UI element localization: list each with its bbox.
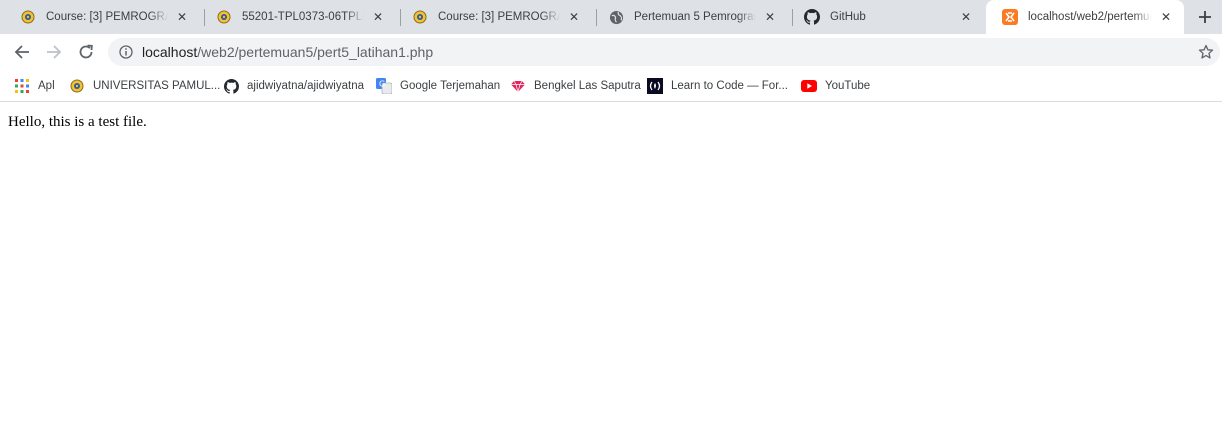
globe-icon xyxy=(608,9,624,25)
new-tab-button[interactable] xyxy=(1192,4,1218,30)
tab-strip: Course: [3] PEMROGRAMAN WEB 2 ✕ 55201-TP… xyxy=(0,0,1222,34)
tab-github[interactable]: GitHub ✕ xyxy=(788,0,984,34)
freecodecamp-icon xyxy=(647,78,663,94)
arrow-left-icon xyxy=(14,45,29,59)
page-text: Hello, this is a test file. xyxy=(8,114,147,130)
tab-title: Course: [3] PEMROGRAMAN WEB 2 xyxy=(438,11,560,23)
bookmark-label: UNIVERSITAS PAMUL... xyxy=(93,80,221,92)
bookmark-label: Bengkel Las Saputra xyxy=(534,80,641,92)
university-logo-icon xyxy=(69,78,85,94)
tab-close-button[interactable]: ✕ xyxy=(762,9,778,25)
ruby-gem-icon xyxy=(510,78,526,94)
bookmark-bengkel-las[interactable]: Bengkel Las Saputra xyxy=(510,77,641,95)
github-icon xyxy=(804,9,820,25)
bookmarks-bar: Apl UNIVERSITAS PAMUL... ajidwiyatna/aji… xyxy=(0,70,1222,102)
bookmark-github-repo[interactable]: ajidwiyatna/ajidwiyatna xyxy=(223,77,364,95)
tab-close-button[interactable]: ✕ xyxy=(370,9,386,25)
url-text: localhost/web2/pertemuan5/pert5_latihan1… xyxy=(142,44,433,60)
bookmark-universitas[interactable]: UNIVERSITAS PAMUL... xyxy=(69,77,220,95)
arrow-right-icon xyxy=(47,45,62,59)
plus-icon xyxy=(1199,11,1211,23)
browser-toolbar: localhost/web2/pertemuan5/pert5_latihan1… xyxy=(0,34,1222,70)
tab-course-3[interactable]: Course: [3] PEMROGRAMAN WEB 2 ✕ xyxy=(396,0,592,34)
reload-icon xyxy=(79,44,93,59)
youtube-icon xyxy=(801,78,817,94)
address-bar[interactable]: localhost/web2/pertemuan5/pert5_latihan1… xyxy=(108,38,1220,66)
tab-title: 55201-TPL0373-06TPLM001 xyxy=(242,11,364,23)
tab-course-2[interactable]: 55201-TPL0373-06TPLM001 ✕ xyxy=(200,0,396,34)
tab-close-button[interactable]: ✕ xyxy=(958,9,974,25)
bookmark-google-translate[interactable]: G Google Terjemahan xyxy=(376,77,500,95)
tab-title: Pertemuan 5 Pemrograman Web 2 xyxy=(634,11,756,23)
tab-pertemuan5[interactable]: Pertemuan 5 Pemrograman Web 2 ✕ xyxy=(592,0,788,34)
university-logo-icon xyxy=(20,9,36,25)
bookmark-label: YouTube xyxy=(825,80,871,92)
page-content: Hello, this is a test file. xyxy=(8,114,147,131)
tab-close-button[interactable]: ✕ xyxy=(174,9,190,25)
tab-course-1[interactable]: Course: [3] PEMROGRAMAN WEB 2 ✕ xyxy=(4,0,200,34)
google-translate-icon: G xyxy=(376,78,392,94)
bookmark-label: Google Terjemahan xyxy=(400,80,501,92)
bookmark-star-icon[interactable] xyxy=(1198,44,1214,60)
xampp-icon xyxy=(1002,9,1018,25)
reload-button[interactable] xyxy=(72,38,100,66)
apps-grid-icon xyxy=(14,78,30,94)
bookmark-apps[interactable]: Apl xyxy=(14,77,55,95)
info-icon[interactable] xyxy=(118,44,134,60)
bookmark-label: Apl xyxy=(38,80,55,92)
university-logo-icon xyxy=(216,9,232,25)
bookmark-youtube[interactable]: YouTube xyxy=(801,77,870,95)
github-icon xyxy=(223,78,239,94)
tab-title: Course: [3] PEMROGRAMAN WEB 2 xyxy=(46,11,168,23)
back-button[interactable] xyxy=(8,38,36,66)
bookmark-label: ajidwiyatna/ajidwiyatna xyxy=(247,80,364,92)
url-host: localhost xyxy=(142,44,198,60)
svg-text:G: G xyxy=(379,80,385,89)
tab-title: GitHub xyxy=(830,11,866,23)
tab-title: localhost/web2/pertemuan5/pert5_latihan1… xyxy=(1028,11,1152,23)
tab-close-button[interactable]: ✕ xyxy=(1158,9,1174,25)
tab-close-button[interactable]: ✕ xyxy=(566,9,582,25)
bookmark-freecodecamp[interactable]: Learn to Code — For... xyxy=(647,77,788,95)
url-path: /web2/pertemuan5/pert5_latihan1.php xyxy=(197,44,434,60)
university-logo-icon xyxy=(412,9,428,25)
bookmark-label: Learn to Code — For... xyxy=(671,80,788,92)
forward-button[interactable] xyxy=(40,38,68,66)
tab-localhost-active[interactable]: localhost/web2/pertemuan5/pert5_latihan1… xyxy=(986,0,1184,34)
